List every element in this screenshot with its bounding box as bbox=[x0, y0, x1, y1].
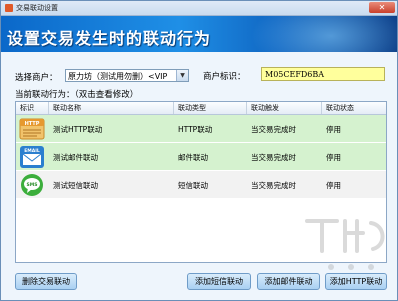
title-bar: 交易联动设置 ✕ bbox=[1, 1, 397, 16]
header-banner: 设置交易发生时的联动行为 bbox=[1, 16, 397, 52]
close-icon: ✕ bbox=[378, 3, 386, 12]
settings-window: 交易联动设置 ✕ 设置交易发生时的联动行为 选择商户： 原力坊（测试用勿删）<V… bbox=[0, 0, 398, 301]
row-type: 短信联动 bbox=[178, 181, 208, 190]
merchant-label: 选择商户： bbox=[15, 73, 58, 83]
banner-heading: 设置交易发生时的联动行为 bbox=[7, 29, 212, 48]
column-header[interactable]: 标识 bbox=[20, 103, 34, 113]
sms-icon: SMS bbox=[21, 174, 43, 196]
column-header[interactable]: 联动触发 bbox=[251, 103, 279, 113]
table-row[interactable]: HTTP 测试HTTP联动 HTTP联动 当交易完成时 停用 bbox=[16, 115, 386, 143]
row-name: 测试HTTP联动 bbox=[53, 125, 103, 134]
column-header[interactable]: 联动状态 bbox=[326, 103, 354, 113]
row-trigger: 当交易完成时 bbox=[251, 181, 296, 190]
row-status: 停用 bbox=[326, 125, 341, 134]
column-header[interactable]: 联动类型 bbox=[178, 103, 206, 113]
table-header: 标识 联动名称 联动类型 联动触发 联动状态 bbox=[16, 102, 386, 115]
row-name: 测试短信联动 bbox=[53, 181, 98, 190]
row-status: 停用 bbox=[326, 153, 341, 162]
row-type: 邮件联动 bbox=[178, 153, 208, 162]
chevron-down-icon[interactable]: ▼ bbox=[176, 70, 188, 81]
email-icon: EMAIL bbox=[20, 146, 44, 168]
window-title: 交易联动设置 bbox=[16, 4, 58, 12]
close-button[interactable]: ✕ bbox=[369, 2, 395, 13]
section-label: 当前联动行为：（双击查看修改） bbox=[15, 90, 139, 100]
table-row[interactable]: EMAIL 测试邮件联动 邮件联动 当交易完成时 停用 bbox=[16, 143, 386, 171]
merchant-select-value: 原力坊（测试用勿删）<VIP bbox=[68, 72, 168, 81]
row-trigger: 当交易完成时 bbox=[251, 153, 296, 162]
row-trigger: 当交易完成时 bbox=[251, 125, 296, 134]
column-header[interactable]: 联动名称 bbox=[53, 103, 81, 113]
row-type: HTTP联动 bbox=[178, 125, 213, 134]
merchant-id-label: 商户标识： bbox=[203, 72, 246, 82]
row-status: 停用 bbox=[326, 181, 341, 190]
add-sms-linkage-button[interactable]: 添加短信联动 bbox=[187, 273, 251, 290]
email-icon-text: EMAIL bbox=[24, 148, 40, 154]
row-name: 测试邮件联动 bbox=[53, 153, 98, 162]
app-icon bbox=[5, 4, 13, 12]
merchant-id-field[interactable]: M05CEFD6BA bbox=[261, 67, 385, 81]
sms-icon-text: SMS bbox=[27, 182, 38, 188]
delete-linkage-button[interactable]: 删除交易联动 bbox=[15, 273, 77, 290]
table-row[interactable]: SMS 测试短信联动 短信联动 当交易完成时 停用 bbox=[16, 171, 386, 199]
http-icon: HTTP bbox=[19, 118, 45, 140]
http-icon-text: HTTP bbox=[25, 121, 40, 127]
banner-glow bbox=[251, 16, 397, 52]
merchant-id-value: M05CEFD6BA bbox=[265, 70, 325, 79]
watermark-logo bbox=[305, 219, 385, 270]
merchant-select[interactable]: 原力坊（测试用勿删）<VIP ▼ bbox=[65, 69, 189, 82]
